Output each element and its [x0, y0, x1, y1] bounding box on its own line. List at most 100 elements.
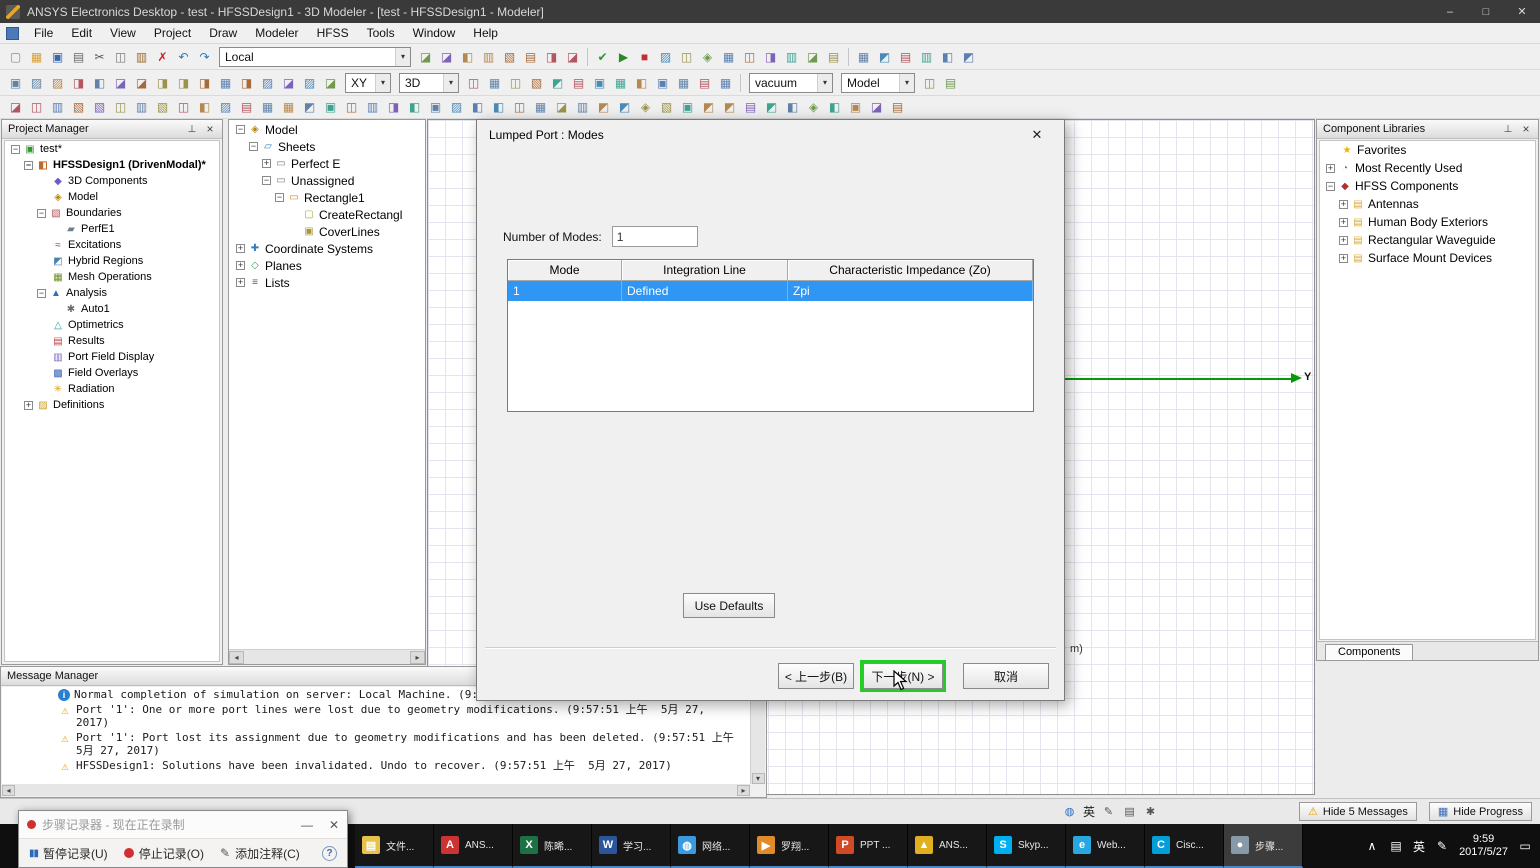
- cs-selector-combo[interactable]: Local: [219, 46, 411, 67]
- tree-expander-icon[interactable]: +: [236, 261, 245, 270]
- column-header[interactable]: Integration Line: [622, 260, 788, 280]
- menu-item[interactable]: Help: [464, 24, 507, 42]
- create-report-icon[interactable]: ◫: [676, 47, 697, 67]
- draw-line-icon[interactable]: ◫: [26, 97, 47, 117]
- menu-item[interactable]: Edit: [62, 24, 101, 42]
- tree-item[interactable]: + ✚ Coordinate Systems: [230, 240, 424, 257]
- tree-item[interactable]: ▦ Mesh Operations: [5, 269, 219, 285]
- draw-helix-icon[interactable]: ◫: [341, 97, 362, 117]
- boolean-unite-icon[interactable]: ▦: [215, 73, 236, 93]
- mirror-tool-icon[interactable]: ◩: [719, 97, 740, 117]
- validate-check-icon[interactable]: ✔: [592, 47, 613, 67]
- tree-expander-icon[interactable]: [37, 352, 48, 363]
- draw-cylinder-icon[interactable]: ▤: [236, 97, 257, 117]
- history-tree-icon[interactable]: ◪: [320, 73, 341, 93]
- menu-item[interactable]: Window: [404, 24, 465, 42]
- powerpoint[interactable]: P PPT ...: [829, 824, 908, 868]
- tree-expander-icon[interactable]: [37, 336, 48, 347]
- optimetrics-setup-icon[interactable]: ◫: [739, 47, 760, 67]
- tree-expander-icon[interactable]: [37, 320, 48, 331]
- modeler-mode-combo[interactable]: Model: [841, 72, 915, 93]
- ime-settings-icon[interactable]: [1143, 804, 1158, 819]
- wireframe-view-icon[interactable]: ◩: [547, 73, 568, 93]
- tree-expander-icon[interactable]: +: [24, 400, 33, 410]
- tree-expander-icon[interactable]: +: [236, 278, 245, 287]
- pin-icon[interactable]: [186, 123, 198, 135]
- draw-regular-polygon-icon[interactable]: ◧: [194, 97, 215, 117]
- close-icon[interactable]: [1520, 123, 1532, 135]
- tree-item[interactable]: − ▭ Unassigned: [230, 172, 424, 189]
- select-behind-icon[interactable]: ◪: [110, 73, 131, 93]
- thicken-sheet-icon[interactable]: ◧: [467, 97, 488, 117]
- archive-project-icon[interactable]: ◩: [958, 47, 979, 67]
- cover-lines-tool-icon[interactable]: ◧: [824, 97, 845, 117]
- hpc-options-icon[interactable]: ▦: [853, 47, 874, 67]
- tree-item[interactable]: ▩ Field Overlays: [5, 365, 219, 381]
- number-of-modes-input[interactable]: [611, 226, 698, 247]
- boolean-intersect-icon[interactable]: ▨: [257, 73, 278, 93]
- tree-expander-icon[interactable]: [50, 224, 61, 235]
- tree-expander-icon[interactable]: +: [1339, 235, 1348, 245]
- select-multi-icon[interactable]: ◧: [89, 73, 110, 93]
- tree-expander-icon[interactable]: [50, 304, 61, 315]
- draw-circle-icon[interactable]: ◫: [173, 97, 194, 117]
- tree-item[interactable]: ▥ Port Field Display: [5, 349, 219, 365]
- steps-recorder[interactable]: ● 步骤...: [1224, 824, 1303, 868]
- draw-sphere-icon[interactable]: ◩: [299, 97, 320, 117]
- radiation-pattern-icon[interactable]: ▦: [718, 47, 739, 67]
- tree-expander-icon[interactable]: −: [24, 160, 33, 170]
- zoom-out-icon[interactable]: ◧: [457, 47, 478, 67]
- tree-item[interactable]: − ▧ Boundaries: [5, 205, 219, 221]
- stop-record-button[interactable]: 停止记录(O): [123, 845, 204, 862]
- job-monitor-icon[interactable]: ◩: [874, 47, 895, 67]
- section-tool-icon[interactable]: ◧: [782, 97, 803, 117]
- tree-item[interactable]: + ◇ Planes: [230, 257, 424, 274]
- offset-tool-icon[interactable]: ◩: [761, 97, 782, 117]
- orientation-front-icon[interactable]: ▣: [589, 73, 610, 93]
- design-properties-icon[interactable]: ▥: [916, 47, 937, 67]
- scroll-left-icon[interactable]: ◂: [229, 650, 244, 664]
- tree-expander-icon[interactable]: [37, 272, 48, 283]
- dialog-titlebar[interactable]: Lumped Port : Modes ✕: [477, 120, 1064, 149]
- zoom-window-icon[interactable]: ▥: [478, 47, 499, 67]
- cancel-button[interactable]: 取消: [963, 663, 1049, 689]
- zoom-in-icon[interactable]: ◪: [436, 47, 457, 67]
- fit-all-icon[interactable]: ◫: [463, 73, 484, 93]
- tree-expander-icon[interactable]: +: [1339, 217, 1348, 227]
- draw-box-icon[interactable]: ▨: [215, 97, 236, 117]
- tree-expander-icon[interactable]: −: [262, 176, 271, 185]
- previous-view-icon[interactable]: ◪: [562, 47, 583, 67]
- boolean-subtract-icon[interactable]: ◨: [236, 73, 257, 93]
- drawing-plane-combo[interactable]: XY: [345, 72, 391, 93]
- cut-icon[interactable]: ✂: [89, 47, 110, 67]
- duplicate-tool-icon[interactable]: ▨: [299, 73, 320, 93]
- orient-iso-icon[interactable]: ◨: [541, 47, 562, 67]
- material-combo[interactable]: vacuum: [749, 72, 833, 93]
- chevron-down-icon[interactable]: [817, 73, 832, 92]
- pause-record-button[interactable]: 暂停记录(U): [29, 845, 108, 862]
- draw-torus-icon[interactable]: ▣: [320, 97, 341, 117]
- tree-expander-icon[interactable]: −: [37, 288, 46, 298]
- select-vertex-icon[interactable]: ◨: [68, 73, 89, 93]
- fit-selection-icon[interactable]: ▦: [484, 73, 505, 93]
- draw-arc-3point-icon[interactable]: ▧: [89, 97, 110, 117]
- draw-polyline-icon[interactable]: ◫: [110, 97, 131, 117]
- modes-table-selected-row[interactable]: 1 Defined Zpi: [508, 281, 1033, 301]
- menu-item[interactable]: Project: [145, 24, 200, 42]
- tree-item[interactable]: + ◔ Most Recently Used: [1320, 159, 1535, 177]
- close-button[interactable]: ✕: [1504, 0, 1540, 23]
- tree-item[interactable]: − ▭ Rectangle1: [230, 189, 424, 206]
- unite-icon[interactable]: ◫: [509, 97, 530, 117]
- horizontal-scrollbar[interactable]: ◂ ▸: [229, 649, 425, 664]
- steps-recorder-titlebar[interactable]: 步骤记录器 - 现在正在录制 — ✕: [19, 811, 347, 838]
- tree-item[interactable]: ✱ Auto1: [5, 301, 219, 317]
- tray-pen-icon[interactable]: ✎: [1435, 839, 1449, 853]
- draw-cone-icon[interactable]: ▦: [278, 97, 299, 117]
- scale-tool-icon[interactable]: ▤: [740, 97, 761, 117]
- media-folder[interactable]: ▶ 罗翔...: [750, 824, 829, 868]
- tree-item[interactable]: ▤ Results: [5, 333, 219, 349]
- tree-expander-icon[interactable]: −: [236, 125, 245, 134]
- tree-item[interactable]: △ Optimetrics: [5, 317, 219, 333]
- tree-item[interactable]: − ▱ Sheets: [230, 138, 424, 155]
- web-browser[interactable]: e Web...: [1066, 824, 1145, 868]
